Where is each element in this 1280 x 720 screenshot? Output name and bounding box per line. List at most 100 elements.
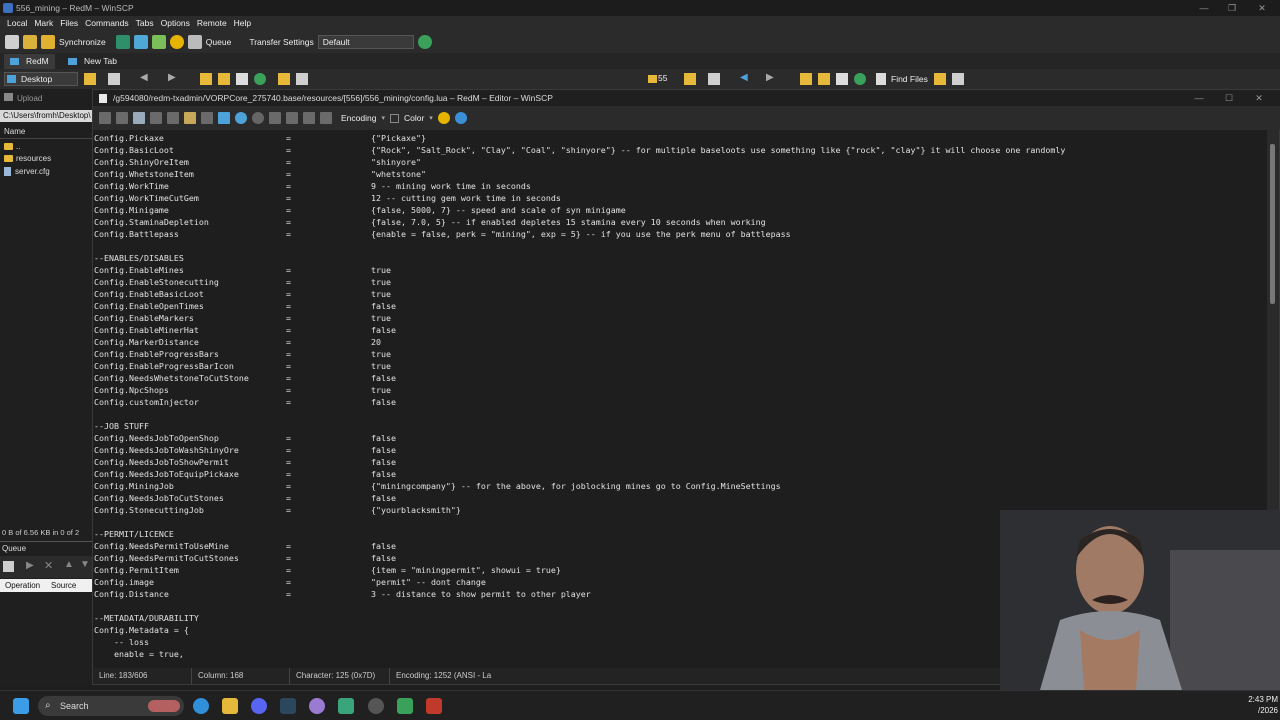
code-line[interactable]: Config.Battlepass = {enable = false, perk … — [93, 228, 1267, 240]
root-dir-icon[interactable] — [218, 73, 230, 85]
tab-new[interactable]: New Tab — [62, 54, 123, 69]
remote-bookmarks-icon[interactable] — [934, 73, 946, 85]
code-line[interactable]: Config.NeedsJobToEquipPickaxe = false — [93, 468, 1267, 480]
winscp-taskbar-icon[interactable] — [397, 698, 413, 714]
color-menu[interactable]: Color — [404, 113, 424, 123]
preferences-gear-icon[interactable] — [169, 35, 184, 49]
code-line[interactable]: Config.NpcShops = true — [93, 384, 1267, 396]
code-line[interactable]: Config.MiningJob = {"miningcompany"} -- fo… — [93, 480, 1267, 492]
code-line[interactable]: --ENABLES/DISABLES — [93, 252, 1267, 264]
back-icon[interactable]: ◀ — [140, 72, 148, 83]
column-name-header[interactable]: Name — [4, 126, 25, 138]
forward-icon[interactable]: ▶ — [168, 72, 176, 83]
code-line[interactable]: Config.EnableProgressBarIcon = true — [93, 360, 1267, 372]
code-line[interactable]: Config.EnableMinerHat = false — [93, 324, 1267, 336]
obs-icon[interactable] — [368, 698, 384, 714]
code-line[interactable]: Config.ShinyOreItem = "shinyore" — [93, 156, 1267, 168]
menu-local[interactable]: Local — [7, 16, 27, 31]
save-all-icon[interactable] — [116, 112, 128, 124]
remote-back-icon[interactable]: ◀ — [740, 72, 748, 83]
code-line[interactable]: Config.WorkTime = 9 -- mining work time in… — [93, 180, 1267, 192]
file-explorer-icon[interactable] — [222, 698, 238, 714]
code-line[interactable]: Config.WorkTimeCutGem = 12 -- cutting gem … — [93, 192, 1267, 204]
view-icon[interactable] — [296, 73, 308, 85]
code-line[interactable]: Config.MarkerDistance = 20 — [93, 336, 1267, 348]
code-line[interactable]: Config.NeedsJobToShowPermit = false — [93, 456, 1267, 468]
find-icon[interactable] — [151, 35, 166, 49]
code-line[interactable]: Config.EnableProgressBars = true — [93, 348, 1267, 360]
taskbar-clock[interactable]: 2:43 PM /2026 — [1234, 694, 1278, 716]
color-dropdown-icon[interactable]: ▾ — [429, 114, 433, 122]
sync-browsing-icon[interactable] — [133, 35, 148, 49]
select-all-icon[interactable] — [218, 112, 230, 124]
code-line[interactable]: Config.EnableMines = true — [93, 264, 1267, 276]
redo-icon[interactable] — [252, 112, 264, 124]
remote-view-icon[interactable] — [952, 73, 964, 85]
scrollbar-thumb[interactable] — [1270, 144, 1275, 304]
maximize-button[interactable]: ❐ — [1218, 0, 1246, 16]
editor-close-button[interactable]: ✕ — [1245, 90, 1273, 106]
remote-forward-icon[interactable]: ▶ — [766, 72, 774, 83]
redm-icon[interactable] — [426, 698, 442, 714]
queue-button[interactable]: Queue — [206, 37, 232, 47]
code-line[interactable]: Config.NeedsWhetstoneToCutStone = false — [93, 372, 1267, 384]
transfer-settings-combo[interactable]: Default — [317, 35, 414, 49]
code-line[interactable]: Config.StaminaDepletion = {false, 7.0, 5} … — [93, 216, 1267, 228]
col-source[interactable]: Source — [51, 579, 76, 592]
undo-icon[interactable] — [235, 112, 247, 124]
reload-icon[interactable] — [133, 112, 145, 124]
menu-commands[interactable]: Commands — [85, 16, 128, 31]
find-next-icon[interactable] — [303, 112, 315, 124]
list-item[interactable]: server.cfg — [4, 166, 50, 178]
menu-options[interactable]: Options — [161, 16, 190, 31]
app-icon[interactable] — [338, 698, 354, 714]
remote-refresh-icon[interactable] — [854, 73, 866, 85]
editor-minimize-button[interactable]: — — [1185, 90, 1213, 106]
col-operation[interactable]: Operation — [5, 579, 40, 592]
code-line[interactable]: --JOB STUFF — [93, 420, 1267, 432]
cut-icon[interactable] — [167, 112, 179, 124]
editor-maximize-button[interactable]: ☐ — [1215, 90, 1243, 106]
console-icon[interactable] — [5, 35, 19, 49]
minimize-button[interactable]: — — [1190, 0, 1218, 16]
open-folder-icon[interactable] — [84, 73, 96, 85]
edge-icon[interactable] — [193, 698, 209, 714]
code-line[interactable] — [93, 408, 1267, 420]
code-line[interactable]: Config.BasicLoot = {"Rock", "Salt_Rock", "… — [93, 144, 1267, 156]
save-icon[interactable] — [99, 112, 111, 124]
queue-list-icon[interactable] — [3, 561, 14, 572]
code-line[interactable]: Config.Minigame = {false, 5000, 7} -- spee… — [93, 204, 1267, 216]
code-line[interactable]: Config.WhetstoneItem = "whetstone" — [93, 168, 1267, 180]
queue-down-icon[interactable]: ▼ — [80, 559, 90, 570]
keep-up-to-date-icon[interactable] — [115, 35, 130, 49]
code-line[interactable] — [93, 240, 1267, 252]
help-icon[interactable] — [454, 112, 467, 124]
replace-icon[interactable] — [286, 112, 298, 124]
menu-tabs[interactable]: Tabs — [136, 16, 154, 31]
find-text-icon[interactable] — [269, 112, 281, 124]
upload-button[interactable]: Upload — [4, 93, 42, 105]
encoding-dropdown-icon[interactable]: ▾ — [381, 114, 385, 122]
local-refresh-icon[interactable] — [254, 73, 266, 85]
menu-help[interactable]: Help — [234, 16, 251, 31]
delete-icon[interactable] — [201, 112, 213, 124]
print-icon[interactable] — [150, 112, 162, 124]
synchronize-button[interactable]: Synchronize — [59, 37, 106, 47]
remote-root-dir-icon[interactable] — [818, 73, 830, 85]
parent-dir-icon[interactable] — [200, 73, 212, 85]
remote-parent-dir-icon[interactable] — [800, 73, 812, 85]
code-line[interactable]: Config.EnableOpenTimes = false — [93, 300, 1267, 312]
steam-icon[interactable] — [280, 698, 296, 714]
code-line[interactable]: Config.NeedsJobToWashShinyOre = false — [93, 444, 1267, 456]
menu-remote[interactable]: Remote — [197, 16, 227, 31]
list-item[interactable]: .. — [4, 141, 20, 153]
code-line[interactable]: Config.NeedsJobToCutStones = false — [93, 492, 1267, 504]
synchronize-icon[interactable] — [41, 35, 55, 49]
menu-files[interactable]: Files — [60, 16, 78, 31]
windows-start-icon[interactable] — [13, 698, 29, 714]
bookmarks-icon[interactable] — [278, 73, 290, 85]
code-line[interactable]: Config.NeedsJobToOpenShop = false — [93, 432, 1267, 444]
menu-mark[interactable]: Mark — [34, 16, 53, 31]
paste-icon[interactable] — [184, 112, 196, 124]
color-checkbox[interactable] — [389, 113, 399, 123]
